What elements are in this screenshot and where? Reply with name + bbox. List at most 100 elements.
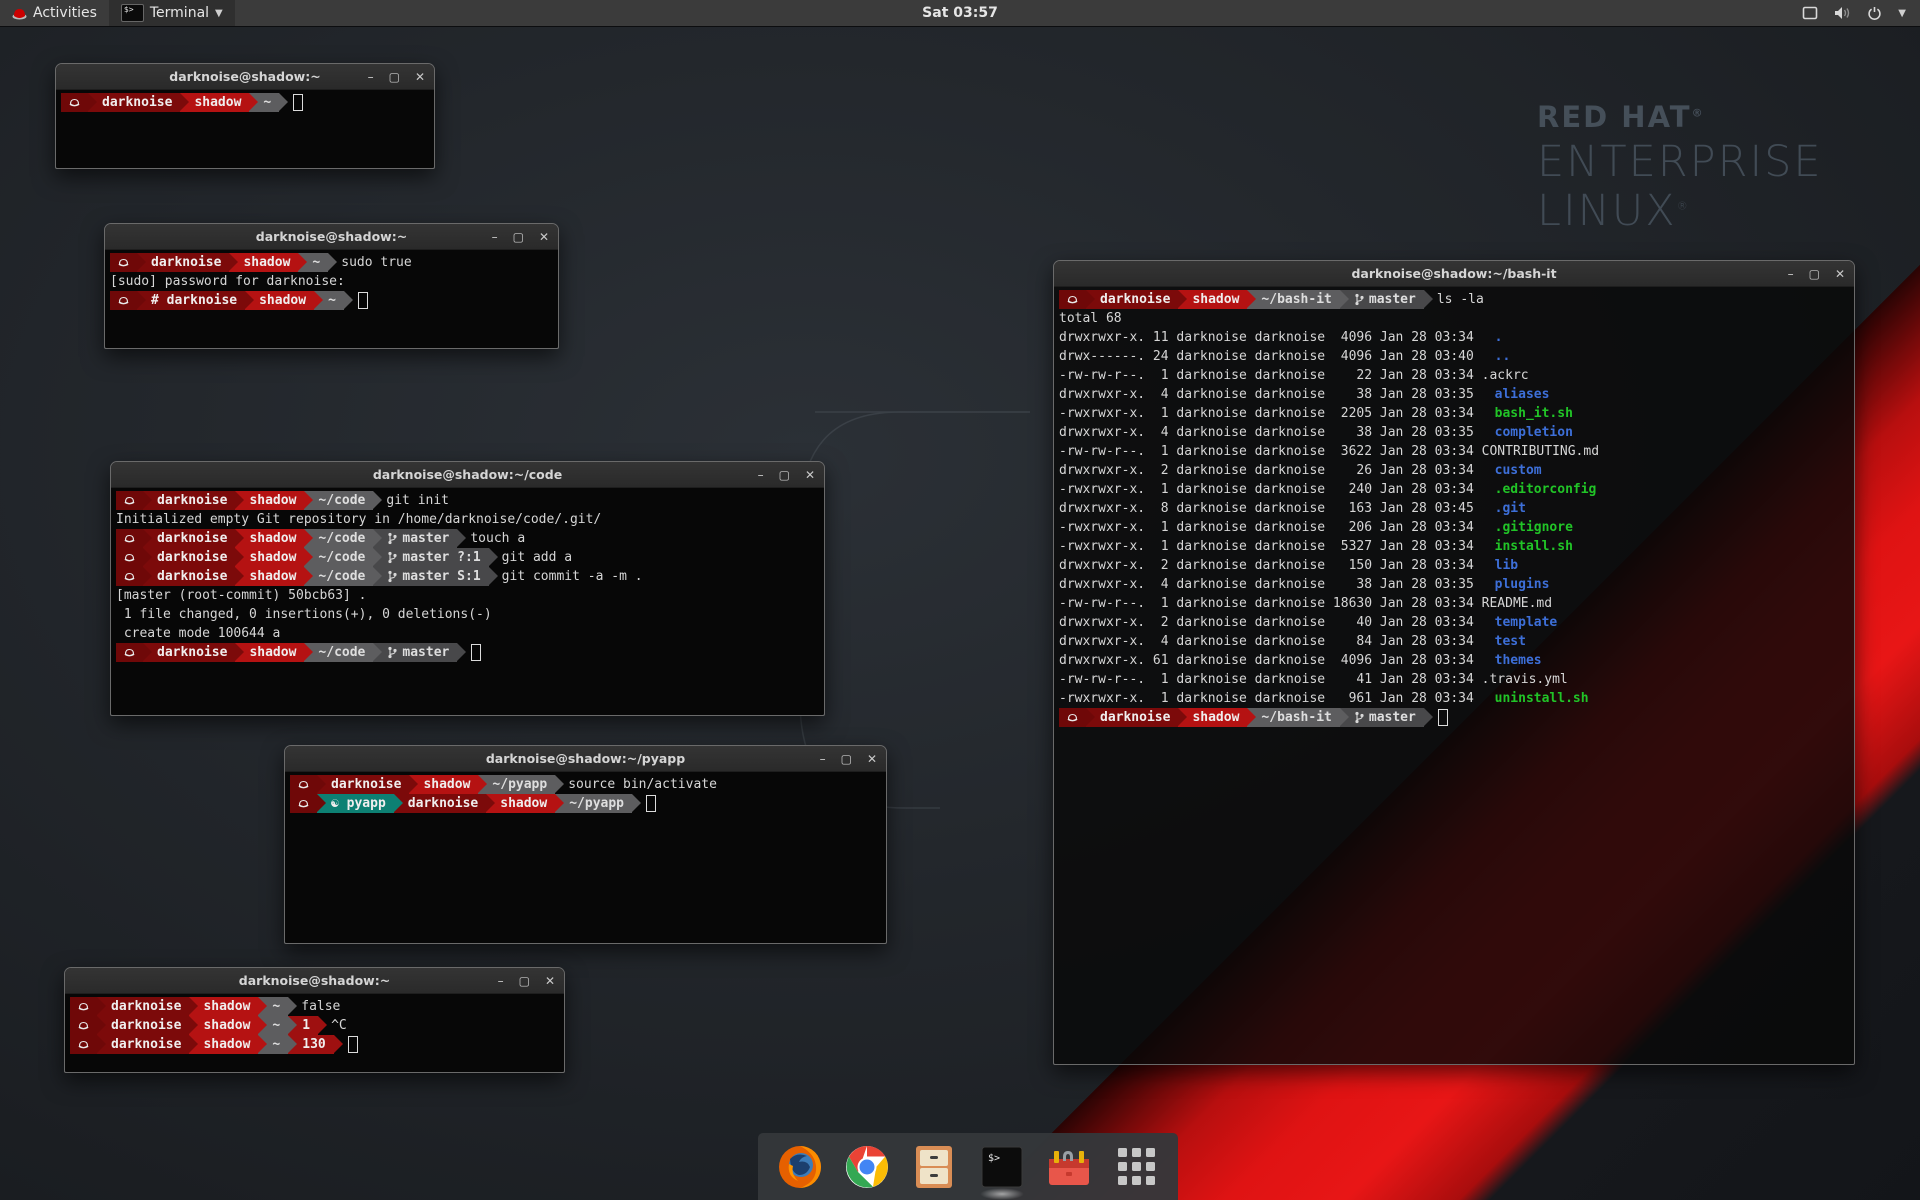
prompt-segment-host: shadow [189, 1035, 258, 1054]
ls-filename: bash_it.sh [1482, 404, 1573, 423]
terminal-text: 1 file changed, 0 insertions(+), 0 delet… [116, 605, 492, 624]
terminal-content[interactable]: darknoiseshadow~/bash-itmasterls -latota… [1054, 287, 1854, 1064]
window-titlebar[interactable]: darknoise@shadow:~/pyapp – ▢ ✕ [285, 746, 886, 772]
terminal-window: darknoise@shadow:~ – ▢ ✕ darknoiseshadow~sud… [104, 223, 559, 349]
terminal-line: -rw-rw-r--. 1 darknoise darknoise 41 Jan… [1059, 670, 1849, 689]
terminal-text: git init [373, 491, 449, 510]
close-button[interactable]: ✕ [1835, 268, 1845, 280]
terminal-text: -rwxrwxr-x. 1 darknoise darknoise 206 Ja… [1059, 518, 1482, 537]
ls-filename: themes [1482, 651, 1542, 670]
prompt-segment-git: master [1340, 708, 1424, 727]
prompt-segment-hat [116, 491, 143, 510]
prompt-segment-host: shadow [180, 93, 249, 112]
minimize-button[interactable]: – [368, 71, 374, 83]
terminal-line: # darknoiseshadow~ [110, 291, 553, 310]
close-button[interactable]: ✕ [545, 975, 555, 987]
terminal-line: drwxrwxr-x. 4 darknoise darknoise 38 Jan… [1059, 423, 1849, 442]
terminal-text: create mode 100644 a [116, 624, 280, 643]
close-button[interactable]: ✕ [805, 469, 815, 481]
prompt-segment-host: shadow [235, 643, 304, 662]
window-titlebar[interactable]: darknoise@shadow:~ – ▢ ✕ [105, 224, 558, 250]
terminal-text: -rw-rw-r--. 1 darknoise darknoise 3622 J… [1059, 442, 1599, 461]
terminal-line: darknoiseshadow~/codemaster ?:1git add a [116, 548, 819, 567]
terminal-content[interactable]: darknoiseshadow~ [56, 90, 434, 168]
minimize-button[interactable]: – [1788, 268, 1794, 280]
terminal-text: [sudo] password for darknoise: [110, 272, 345, 291]
terminal-line: [sudo] password for darknoise: [110, 272, 553, 291]
terminal-line: -rw-rw-r--. 1 darknoise darknoise 18630 … [1059, 594, 1849, 613]
dock-chrome-icon[interactable] [843, 1143, 891, 1191]
dock-firefox-icon[interactable] [776, 1143, 824, 1191]
window-titlebar[interactable]: darknoise@shadow:~/bash-it – ▢ ✕ [1054, 261, 1854, 287]
close-button[interactable]: ✕ [867, 753, 877, 765]
window-titlebar[interactable]: darknoise@shadow:~/code – ▢ ✕ [111, 462, 824, 488]
prompt-segment-git: master ?:1 [373, 548, 488, 567]
prompt-segment-hat [61, 93, 88, 112]
terminal-line: drwxrwxr-x. 8 darknoise darknoise 163 Ja… [1059, 499, 1849, 518]
minimize-button[interactable]: – [492, 231, 498, 243]
terminal-content[interactable]: darknoiseshadow~falsedarknoiseshadow~1^C… [65, 994, 564, 1072]
activities-button[interactable]: Activities [0, 0, 109, 26]
dock-app-grid-icon[interactable] [1112, 1143, 1160, 1191]
prompt-segment-host: shadow [235, 567, 304, 586]
prompt-segment-venv: ☯ pyapp [317, 794, 394, 813]
maximize-button[interactable]: ▢ [1809, 268, 1820, 280]
terminal-line: darknoiseshadow~/codemaster [116, 643, 819, 662]
prompt-segment-path: ~/code [304, 643, 373, 662]
prompt-segment-path: ~/code [304, 548, 373, 567]
terminal-content[interactable]: darknoiseshadow~/pyappsource bin/activat… [285, 772, 886, 943]
power-icon[interactable] [1867, 6, 1882, 21]
git-branch-icon [387, 532, 397, 545]
terminal-content[interactable]: darknoiseshadow~sudo true[sudo] password… [105, 250, 558, 348]
minimize-button[interactable]: – [498, 975, 504, 987]
prompt-segment-path: ~/code [304, 529, 373, 548]
window-title: darknoise@shadow:~ [256, 229, 407, 244]
maximize-button[interactable]: ▢ [389, 71, 400, 83]
maximize-button[interactable]: ▢ [513, 231, 524, 243]
display-icon[interactable] [1802, 6, 1818, 20]
dock-toolbox-icon[interactable] [1045, 1143, 1093, 1191]
window-title: darknoise@shadow:~/bash-it [1351, 266, 1556, 281]
prompt-segment-user: darknoise [97, 997, 189, 1016]
ls-filename: . [1482, 328, 1503, 347]
clock[interactable]: Sat 03:57 [922, 5, 998, 21]
ls-filename: .. [1482, 347, 1511, 366]
close-button[interactable]: ✕ [415, 71, 425, 83]
dock-files-icon[interactable] [910, 1143, 958, 1191]
terminal-line: create mode 100644 a [116, 624, 819, 643]
terminal-text: sudo true [328, 253, 411, 272]
terminal-mini-icon: $> [121, 4, 144, 22]
window-title: darknoise@shadow:~/pyapp [486, 751, 685, 766]
terminal-content[interactable]: darknoiseshadow~/codegit initInitialized… [111, 488, 824, 715]
volume-icon[interactable] [1834, 6, 1851, 20]
terminal-text: drwxrwxr-x. 4 darknoise darknoise 38 Jan… [1059, 385, 1482, 404]
maximize-button[interactable]: ▢ [779, 469, 790, 481]
app-menu-terminal[interactable]: $> Terminal ▼ [109, 0, 235, 26]
prompt-segment-user: darknoise [143, 643, 235, 662]
terminal-text: drwxrwxr-x. 2 darknoise darknoise 26 Jan… [1059, 461, 1482, 480]
prompt-segment-path: ~/bash-it [1247, 708, 1339, 727]
window-titlebar[interactable]: darknoise@shadow:~–▢✕ [65, 968, 564, 994]
chevron-down-icon: ▼ [215, 8, 223, 19]
system-menu-chevron-icon[interactable]: ▼ [1898, 8, 1906, 19]
terminal-line: drwx------. 24 darknoise darknoise 4096 … [1059, 347, 1849, 366]
running-indicator [980, 1188, 1024, 1200]
redhat-prompt-icon [78, 1021, 89, 1031]
terminal-line: [master (root-commit) 50bcb63] . [116, 586, 819, 605]
window-titlebar[interactable]: darknoise@shadow:~–▢✕ [56, 64, 434, 90]
terminal-window: darknoise@shadow:~/bash-it – ▢ ✕ darknoisesh… [1053, 260, 1855, 1065]
window-title: darknoise@shadow:~/code [373, 467, 562, 482]
close-button[interactable]: ✕ [539, 231, 549, 243]
dock-terminal-icon[interactable]: $> [978, 1143, 1026, 1191]
terminal-line: drwxrwxr-x. 11 darknoise darknoise 4096 … [1059, 328, 1849, 347]
prompt-segment-user: darknoise [137, 253, 229, 272]
prompt-segment-hat [116, 643, 143, 662]
minimize-button[interactable]: – [820, 753, 826, 765]
minimize-button[interactable]: – [758, 469, 764, 481]
maximize-button[interactable]: ▢ [841, 753, 852, 765]
prompt-segment-user: darknoise [143, 491, 235, 510]
terminal-line: darknoiseshadow~/bash-itmaster [1059, 708, 1849, 727]
maximize-button[interactable]: ▢ [519, 975, 530, 987]
terminal-line: drwxrwxr-x. 4 darknoise darknoise 84 Jan… [1059, 632, 1849, 651]
terminal-line: darknoiseshadow~130 [70, 1035, 559, 1054]
